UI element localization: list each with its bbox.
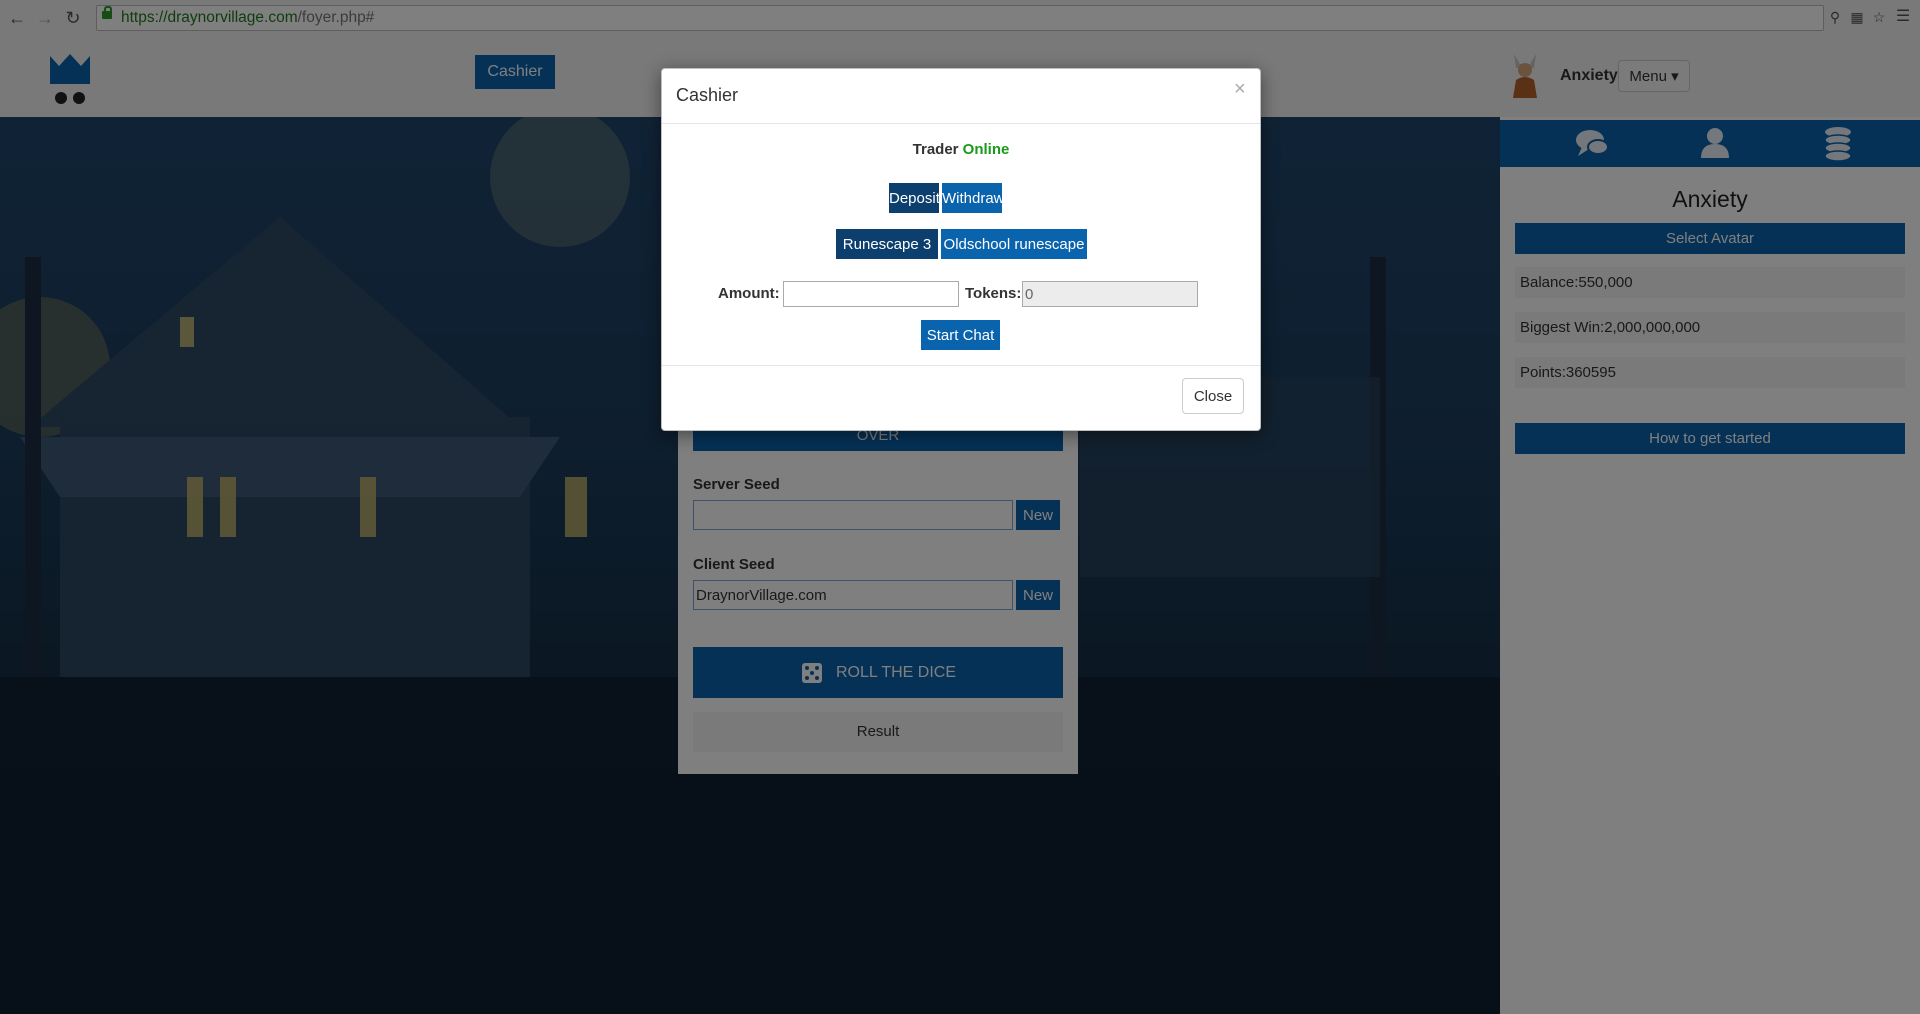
oldschool-runescape-button[interactable]: Oldschool runescape — [941, 229, 1087, 259]
close-button[interactable]: Close — [1182, 378, 1244, 414]
amount-label: Amount: — [718, 285, 780, 302]
tokens-label: Tokens: — [965, 285, 1022, 302]
start-chat-button[interactable]: Start Chat — [921, 320, 1000, 350]
trader-label: Trader — [912, 141, 959, 158]
modal-divider — [662, 123, 1260, 124]
cashier-modal: Cashier × Trader Online Deposit Withdraw… — [661, 68, 1261, 431]
deposit-button[interactable]: Deposit — [889, 183, 940, 213]
modal-title: Cashier — [676, 85, 739, 105]
modal-footer-divider — [662, 365, 1260, 366]
amount-input[interactable] — [783, 281, 959, 307]
runescape3-button[interactable]: Runescape 3 — [836, 229, 938, 259]
tokens-input — [1022, 281, 1198, 307]
withdraw-button[interactable]: Withdraw — [942, 183, 1005, 213]
trader-status: Trader Online — [662, 141, 1260, 158]
trader-online-status: Online — [962, 141, 1010, 158]
close-icon[interactable]: × — [1234, 79, 1246, 99]
